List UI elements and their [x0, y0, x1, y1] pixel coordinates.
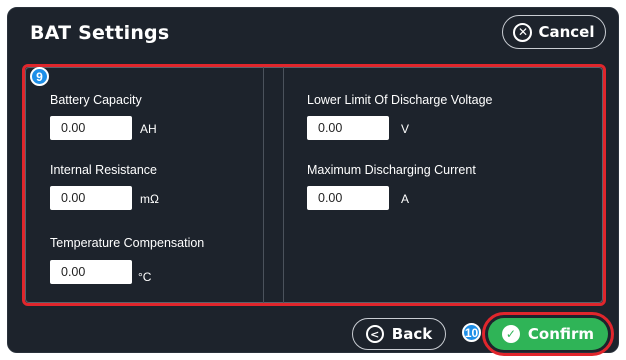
temperature-compensation-unit: °C [138, 270, 152, 284]
back-button[interactable]: < Back [352, 318, 446, 350]
confirm-button[interactable]: ✓ Confirm [488, 318, 608, 350]
cancel-button[interactable]: ✕ Cancel [502, 15, 606, 49]
lower-limit-voltage-label: Lower Limit Of Discharge Voltage [307, 93, 493, 107]
close-circle-icon: ✕ [513, 22, 533, 42]
step-badge-9: 9 [30, 67, 49, 86]
temperature-compensation-label: Temperature Compensation [50, 236, 205, 250]
internal-resistance-input[interactable]: 0.00 [50, 186, 132, 210]
internal-resistance-unit: mΩ [140, 192, 159, 206]
max-discharging-current-unit: A [401, 192, 410, 206]
internal-resistance-label: Internal Resistance [50, 163, 158, 177]
step-badge-10: 10 [462, 323, 481, 342]
column-divider [263, 67, 264, 303]
back-label: Back [391, 325, 433, 343]
battery-capacity-label: Battery Capacity [50, 93, 142, 107]
cancel-label: Cancel [538, 23, 595, 41]
battery-capacity-input[interactable]: 0.00 [50, 116, 132, 140]
temperature-compensation-input[interactable]: 0.00 [50, 260, 132, 284]
dialog-title: BAT Settings [30, 22, 170, 44]
screen: BAT Settings ✕ Cancel 9 Battery Capacity… [0, 0, 626, 360]
column-divider [283, 67, 284, 303]
lower-limit-voltage-input[interactable]: 0.00 [307, 116, 389, 140]
back-arrow-icon: < [365, 325, 384, 343]
max-discharging-current-label: Maximum Discharging Current [307, 163, 476, 177]
lower-limit-voltage-unit: V [401, 122, 410, 136]
check-circle-icon: ✓ [501, 325, 520, 343]
battery-capacity-unit: AH [140, 122, 157, 136]
confirm-label: Confirm [527, 325, 595, 343]
max-discharging-current-input[interactable]: 0.00 [307, 186, 389, 210]
